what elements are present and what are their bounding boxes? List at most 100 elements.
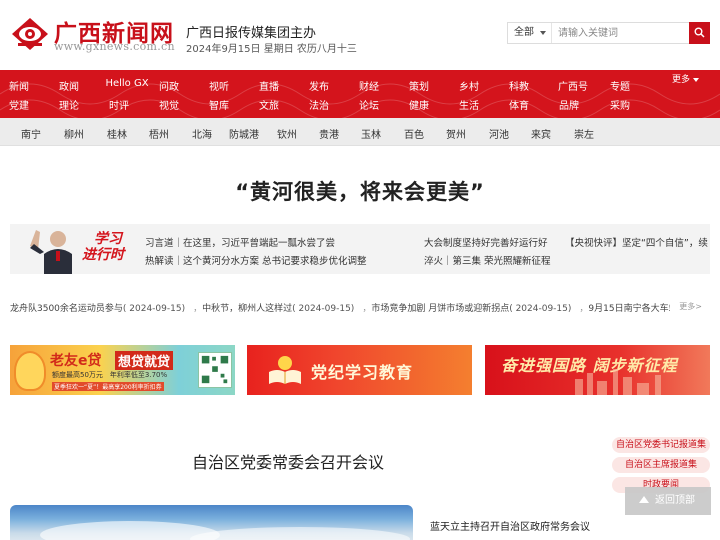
banner-loan-ad[interactable]: 老友e贷 想贷就贷 额度最高50万元 年利率低至3.70% 夏季狂欢一“夏”！最…	[10, 345, 235, 395]
city-link[interactable]: 贵港	[319, 126, 339, 141]
back-to-top-button[interactable]: 返回顶部	[625, 487, 711, 515]
cloud-decoration	[40, 521, 410, 540]
study-link[interactable]: 大会制度坚持好完善好运行好	[424, 235, 564, 249]
hero-image[interactable]	[10, 505, 413, 540]
study-logo-line1: 学习	[94, 231, 122, 247]
nav-item[interactable]: 直播	[259, 78, 279, 93]
nav-item[interactable]: 乡村	[459, 78, 479, 93]
search-icon	[694, 27, 705, 38]
nav-item[interactable]: 新闻	[9, 78, 29, 93]
nav-item[interactable]: 品牌	[559, 97, 579, 112]
city-link[interactable]: 百色	[404, 126, 424, 141]
banner-subtitle: 额度最高50万元 年利率低至3.70%	[52, 371, 168, 379]
ticker-item-text: 中秋节，柳州人这样过	[202, 304, 293, 314]
nav-item[interactable]: 生活	[459, 97, 479, 112]
city-link[interactable]: 梧州	[149, 126, 169, 141]
nav-item[interactable]: 广西号	[558, 78, 588, 93]
study-logo[interactable]: 学习 进行时	[82, 231, 124, 263]
nav-item[interactable]: 科教	[509, 78, 529, 93]
chevron-down-icon	[540, 31, 546, 35]
ticker-item[interactable]: 市场竞争加剧 月饼市场或迎新拐点( 2024-09-15)	[371, 304, 571, 314]
arrow-up-icon	[639, 496, 649, 503]
city-link[interactable]: 柳州	[64, 126, 84, 141]
nav-item[interactable]: 政闻	[59, 78, 79, 93]
ticker-item[interactable]: 中秋节，柳州人这样过( 2024-09-15)	[202, 304, 354, 314]
search-category-select[interactable]: 全部	[508, 23, 552, 43]
search-box: 全部	[507, 22, 710, 44]
city-link[interactable]: 贺州	[446, 126, 466, 141]
nav-item[interactable]: 视觉	[159, 97, 179, 112]
nav-item[interactable]: 智库	[209, 97, 229, 112]
ticker-more-link[interactable]: 更多>	[679, 301, 702, 312]
skyline-decoration	[575, 369, 661, 395]
banner-title: 想贷就贷	[115, 351, 174, 370]
study-logo-line2: 进行时	[82, 247, 124, 263]
banner-new-journey[interactable]: 奋进强国路 阔步新征程	[485, 345, 710, 395]
news-link[interactable]: 蓝天立主持召开自治区政府常务会议	[430, 518, 590, 533]
main-nav: 新闻 政闻 Hello GX 问政 视听 直播 发布 财经 策划 乡村 科教 广西号 专题 党建 理论 时评…	[0, 70, 720, 118]
nav-item[interactable]: 发布	[309, 78, 329, 93]
city-link[interactable]: 南宁	[21, 126, 41, 141]
search-category-value: 全部	[514, 27, 534, 38]
study-link[interactable]: 淬火｜第三集 荣光照耀新征程	[424, 253, 604, 267]
news-ticker: 龙舟队3500余名运动员参与( 2024-09-15) ，中秋节，柳州人这样过( …	[10, 299, 710, 315]
ticker-separator: ，	[193, 304, 203, 314]
nav-item[interactable]: 问政	[159, 78, 179, 93]
side-tag-party-secretary[interactable]: 自治区党委书记报道集	[612, 437, 710, 453]
nav-item[interactable]: 采购	[610, 97, 630, 112]
nav-more-label: 更多	[672, 75, 691, 85]
city-link[interactable]: 桂林	[107, 126, 127, 141]
search-input[interactable]	[554, 23, 688, 43]
side-tag-chairman[interactable]: 自治区主席报道集	[612, 457, 710, 473]
ticker-item-date: ( 2024-09-15)	[122, 304, 186, 314]
back-to-top-label: 返回顶部	[655, 495, 695, 506]
nav-item[interactable]: 论坛	[359, 97, 379, 112]
study-link[interactable]: 【央视快评】坚定“四个自信”，续	[565, 235, 708, 249]
nav-item[interactable]: 视听	[209, 78, 229, 93]
nav-item[interactable]: 健康	[409, 97, 429, 112]
nav-item[interactable]: 专题	[610, 78, 630, 93]
study-link[interactable]: 热解读｜这个黄河分水方案 总书记要求稳步优化调整	[145, 253, 410, 267]
nav-item[interactable]: 理论	[59, 97, 79, 112]
ticker-items: 龙舟队3500余名运动员参与( 2024-09-15) ，中秋节，柳州人这样过( …	[10, 301, 670, 314]
ticker-item-date: ( 2024-09-15)	[292, 304, 355, 314]
banner-title: 老友e贷	[50, 353, 102, 369]
ticker-item[interactable]: 龙舟队3500余名运动员参与( 2024-09-15)	[10, 304, 185, 314]
banner-title: 党纪学习教育	[311, 363, 414, 382]
ticker-separator: ，	[362, 304, 372, 314]
open-book-icon	[269, 356, 301, 384]
city-link[interactable]: 崇左	[574, 126, 594, 141]
mascot-image	[14, 351, 46, 391]
nav-item[interactable]: 体育	[509, 97, 529, 112]
banner-party-education[interactable]: 党纪学习教育	[247, 345, 472, 395]
city-nav: 南宁 柳州 桂林 梧州 北海 防城港 钦州 贵港 玉林 百色 贺州 河池 来宾 崇左	[0, 118, 720, 146]
site-logo[interactable]: 广西新闻网 www.gxnews.com.cn	[10, 12, 175, 56]
logo-emblem-icon	[12, 18, 48, 50]
ticker-item-text: 9月15日南宁各大车站将迎中秋出行小高峰	[588, 304, 670, 314]
section-headline[interactable]: 自治区党委常委会召开会议	[192, 449, 384, 473]
nav-item[interactable]: 党建	[9, 97, 29, 112]
ticker-item-text: 龙舟队3500余名运动员参与	[10, 304, 123, 314]
city-link[interactable]: 北海	[192, 126, 212, 141]
ticker-item[interactable]: 9月15日南宁各大车站将迎中秋出行小高峰( 2024-09-15)	[588, 304, 670, 314]
city-link[interactable]: 玉林	[361, 126, 381, 141]
study-link[interactable]: 习言道｜在这里，习近平曾端起一瓢水尝了尝	[145, 235, 410, 249]
nav-item[interactable]: 策划	[409, 78, 429, 93]
search-button[interactable]	[689, 22, 710, 44]
nav-item[interactable]: 法治	[309, 97, 329, 112]
qr-code-icon	[198, 352, 232, 388]
city-link[interactable]: 来宾	[531, 126, 551, 141]
city-link[interactable]: 河池	[489, 126, 509, 141]
city-link[interactable]: 防城港	[229, 126, 259, 141]
nav-item[interactable]: 财经	[359, 78, 379, 93]
top-headline[interactable]: “黄河很美，将来会更美”	[0, 176, 720, 206]
nav-item[interactable]: Hello GX	[105, 78, 148, 89]
city-link[interactable]: 钦州	[277, 126, 297, 141]
ticker-item-text: 市场竞争加剧 月饼市场或迎新拐点	[371, 304, 510, 314]
site-header: 广西新闻网 www.gxnews.com.cn 广西日报传媒集团主办 2024年…	[0, 0, 720, 70]
nav-item[interactable]: 文旅	[259, 97, 279, 112]
nav-more-button[interactable]: 更多	[672, 72, 700, 85]
nav-item[interactable]: 时评	[109, 97, 129, 112]
banner-subtitle: 夏季狂欢一“夏”！最高享200利率折扣券	[52, 382, 164, 391]
current-date: 2024年9月15日 星期日 农历八月十三	[186, 44, 357, 55]
